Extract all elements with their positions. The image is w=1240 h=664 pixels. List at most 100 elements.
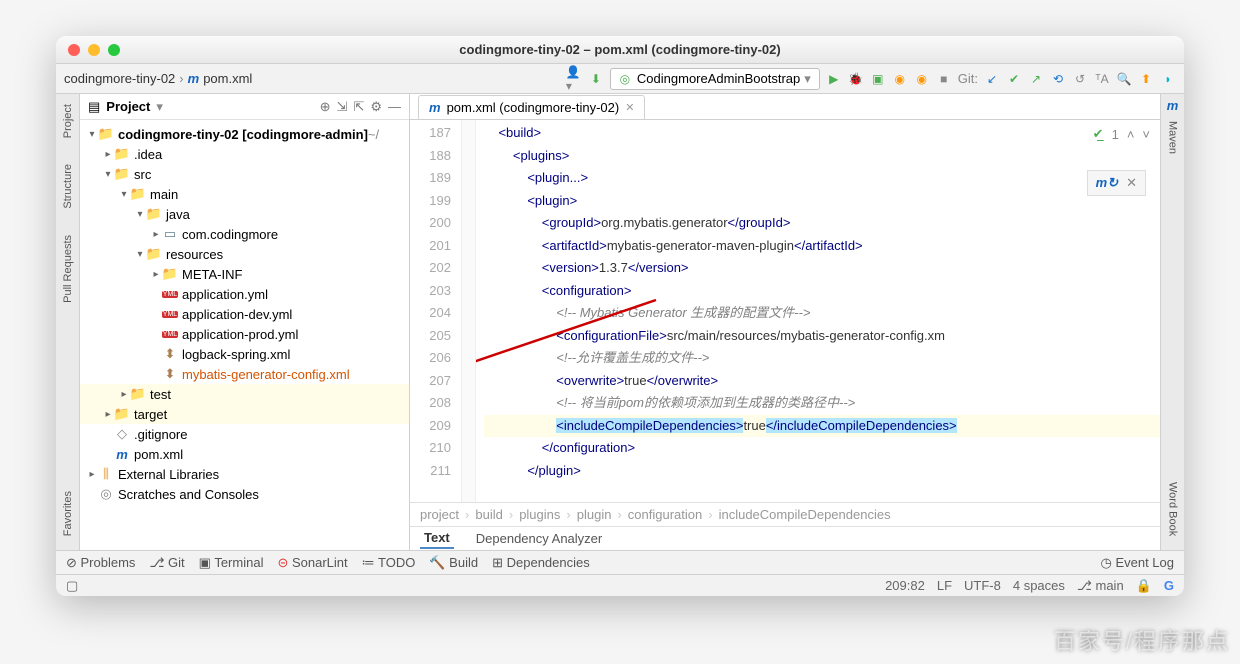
breadcrumb-project: codingmore-tiny-02 [64,71,175,86]
select-opened-file-icon[interactable]: ⊕ [320,99,331,115]
maven-reload-icon: m↻ [1096,175,1118,191]
status-line-sep[interactable]: LF [937,578,952,593]
google-icon[interactable]: G [1164,578,1174,593]
tree-src[interactable]: ▾📁src [80,164,409,184]
tree-mybatis-config-xml[interactable]: ⬍mybatis-generator-config.xml [80,364,409,384]
subtab-text[interactable]: Text [420,528,454,549]
tree-metainf[interactable]: ▸📁META-INF [80,264,409,284]
code-content[interactable]: ✔̲ 1 ˄ ˅ m↻ ✕ <build> <plugins> <plugin.… [476,120,1160,502]
tree-java[interactable]: ▾📁java [80,204,409,224]
profile-icon[interactable]: ◉ [892,71,908,87]
tree-application-dev-yml[interactable]: YMLapplication-dev.yml [80,304,409,324]
pull-requests-tool-tab[interactable]: Pull Requests [60,229,76,309]
build-tool[interactable]: 🔨 Build [429,555,478,571]
structure-tool-tab[interactable]: Structure [60,158,76,215]
maven-icon: m [1167,98,1179,113]
breadcrumb-file: pom.xml [203,71,252,86]
tree-resources[interactable]: ▾📁resources [80,244,409,264]
run-icon[interactable]: ▶ [826,71,842,87]
vcs-commit-icon[interactable]: ✔ [1006,71,1022,87]
vcs-update-icon[interactable]: ↙ [984,71,1000,87]
maven-icon: m [188,71,200,86]
terminal-tool[interactable]: ▣ Terminal [199,555,264,571]
expand-all-icon[interactable]: ⇲ [337,99,348,115]
traffic-lights [56,44,120,56]
project-tool-tab[interactable]: Project [60,98,76,144]
tree-idea[interactable]: ▸📁.idea [80,144,409,164]
maven-tool-tab[interactable]: Maven [1165,115,1181,160]
status-branch[interactable]: ⎇ main [1077,578,1124,594]
zoom-window-button[interactable] [108,44,120,56]
debug-icon[interactable]: 🐞 [848,71,864,87]
chevron-down-icon[interactable]: ▾ [156,99,163,115]
stop-icon[interactable]: ■ [936,71,952,87]
user-dropdown-icon[interactable]: 👤▾ [566,71,582,87]
tree-target[interactable]: ▸📁target [80,404,409,424]
source-watermark: 百家号/程序那点 [1054,624,1230,656]
vcs-rollback-icon[interactable]: ↺ [1072,71,1088,87]
chevron-right-icon: › [179,71,183,86]
gutter-marks [462,120,476,502]
tree-package[interactable]: ▸▭com.codingmore [80,224,409,244]
status-encoding[interactable]: UTF-8 [964,578,1001,593]
tab-label: pom.xml (codingmore-tiny-02) [447,100,620,115]
concurrency-icon[interactable]: ◉ [914,71,930,87]
gear-icon[interactable]: ⚙ [370,99,382,115]
ide-settings-icon[interactable]: ⬆ [1138,71,1154,87]
breadcrumb[interactable]: codingmore-tiny-02 › m pom.xml [64,71,252,86]
translate-icon[interactable]: ᵀA [1094,71,1110,87]
git-tool[interactable]: ⎇ Git [149,555,184,571]
tree-scratches[interactable]: ◎Scratches and Consoles [80,484,409,504]
status-caret[interactable]: 209:82 [885,578,925,593]
tree-gitignore[interactable]: ◇.gitignore [80,424,409,444]
close-window-button[interactable] [68,44,80,56]
hammer-icon[interactable]: ⬇ [588,71,604,87]
check-icon: ✔̲ [1093,126,1104,142]
inspections-count: 1 [1112,127,1119,142]
tree-application-prod-yml[interactable]: YMLapplication-prod.yml [80,324,409,344]
tree-application-yml[interactable]: YMLapplication.yml [80,284,409,304]
search-icon[interactable]: 🔍 [1116,71,1132,87]
todo-tool[interactable]: ≔ TODO [362,555,416,571]
status-left-icon[interactable]: ▢ [66,578,78,594]
right-tool-strip: m Maven Word Book [1160,94,1184,550]
maven-reload-popup[interactable]: m↻ ✕ [1087,170,1146,196]
sonarlint-tool[interactable]: ⊝ SonarLint [277,555,347,571]
line-gutter: 187188189199 200201202203 204205206207 2… [410,120,462,502]
vcs-push-icon[interactable]: ↗ [1028,71,1044,87]
tree-pom[interactable]: mpom.xml [80,444,409,464]
titlebar: codingmore-tiny-02 – pom.xml (codingmore… [56,36,1184,64]
inspections-widget[interactable]: ✔̲ 1 ˄ ˅ [1093,126,1150,142]
tab-pom-xml[interactable]: m pom.xml (codingmore-tiny-02) ✕ [418,95,645,119]
tree-external-libraries[interactable]: ▸⫼External Libraries [80,464,409,484]
run-configuration-selector[interactable]: ◎ CodingmoreAdminBootstrap ▾ [610,68,820,90]
favorites-tool-tab[interactable]: Favorites [60,485,76,542]
minimize-window-button[interactable] [88,44,100,56]
tree-logback-xml[interactable]: ⬍logback-spring.xml [80,344,409,364]
breadcrumb-bar[interactable]: project› build› plugins› plugin› configu… [410,502,1160,526]
event-log-tool[interactable]: ◷ Event Log [1100,555,1174,571]
tree-main[interactable]: ▾📁main [80,184,409,204]
vcs-history-icon[interactable]: ⟲ [1050,71,1066,87]
tree-root[interactable]: ▾📁codingmore-tiny-02 [codingmore-admin] … [80,124,409,144]
tree-test[interactable]: ▸📁test [80,384,409,404]
coverage-icon[interactable]: ▣ [870,71,886,87]
close-icon[interactable]: ✕ [1126,175,1137,191]
editor-tabs: m pom.xml (codingmore-tiny-02) ✕ [410,94,1160,120]
project-view-icon: ▤ [88,99,100,115]
chevron-up-icon: ˄ [1127,127,1135,142]
status-indent[interactable]: 4 spaces [1013,578,1065,593]
chevron-down-icon: ▾ [804,71,811,87]
close-tab-icon[interactable]: ✕ [625,101,634,114]
plugin-icon[interactable]: ◗ [1160,71,1176,87]
problems-tool[interactable]: ⊘ Problems [66,555,135,571]
word-book-tool-tab[interactable]: Word Book [1165,476,1181,542]
collapse-all-icon[interactable]: ⇱ [353,99,364,115]
subtab-dependency-analyzer[interactable]: Dependency Analyzer [472,529,606,548]
hide-icon[interactable]: — [388,99,401,115]
project-tree: ▾📁codingmore-tiny-02 [codingmore-admin] … [80,120,409,550]
spring-icon: ◎ [617,71,633,87]
dependencies-tool[interactable]: ⊞ Dependencies [492,555,590,571]
project-panel-title: Project [106,99,150,114]
lock-icon[interactable]: 🔒 [1136,578,1152,594]
